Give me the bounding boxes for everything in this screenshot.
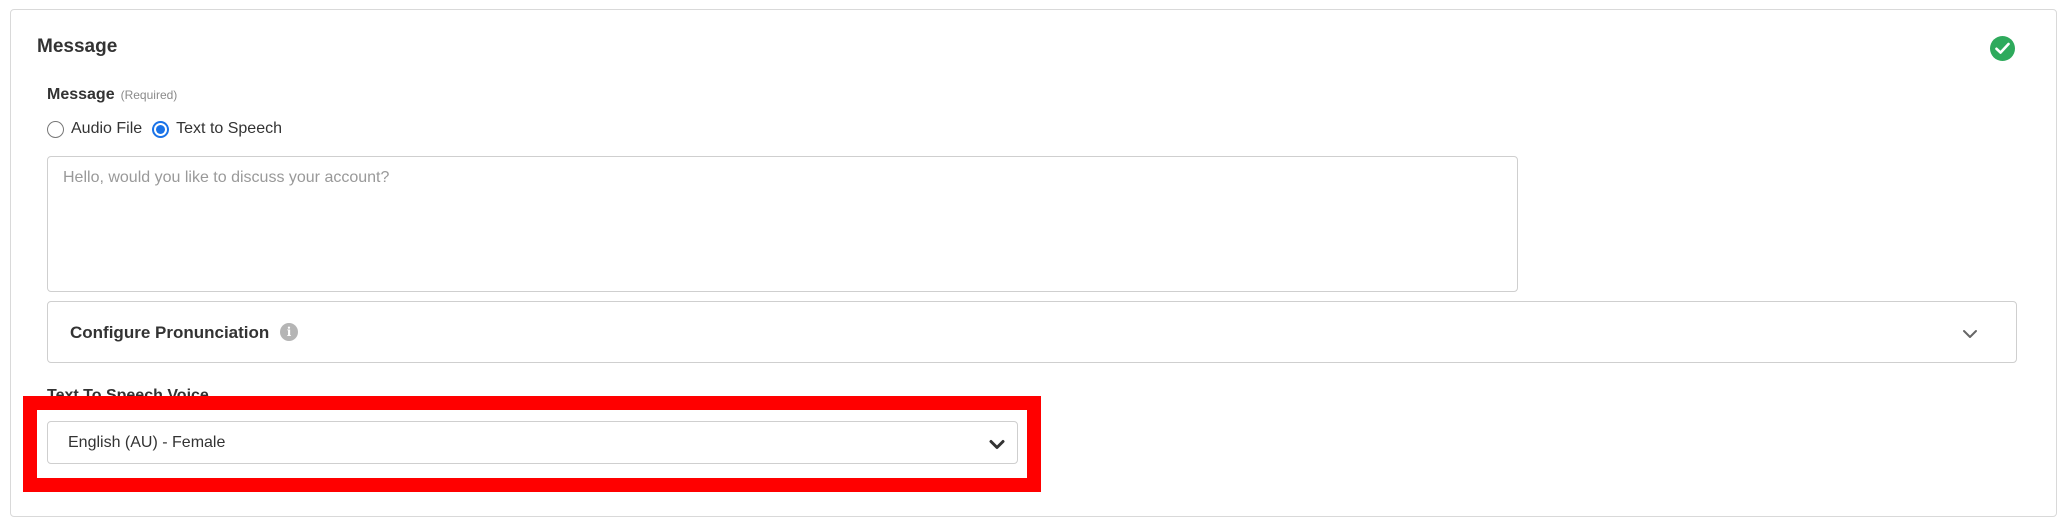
message-text-input[interactable] — [47, 156, 1518, 292]
message-source-radio-group: Audio File Text to Speech — [47, 120, 282, 138]
message-field-label: Message (Required) — [47, 86, 177, 104]
message-label-text: Message — [47, 86, 115, 103]
text-to-speech-option[interactable]: Text to Speech — [152, 120, 282, 138]
text-to-speech-radio[interactable] — [152, 120, 170, 138]
tts-voice-selected-value: English (AU) - Female — [68, 434, 226, 451]
tts-voice-select[interactable]: English (AU) - Female — [47, 421, 1018, 464]
audio-file-label[interactable]: Audio File — [71, 120, 142, 138]
info-icon[interactable]: i — [280, 323, 298, 341]
configure-pronunciation-panel[interactable]: Configure Pronunciation i — [47, 301, 2017, 363]
chevron-down-icon[interactable] — [1962, 326, 1978, 344]
check-circle-icon — [1990, 36, 2015, 61]
audio-file-radio[interactable] — [47, 120, 64, 138]
required-hint: (Required) — [120, 88, 178, 102]
chevron-down-icon[interactable] — [989, 437, 1005, 455]
text-to-speech-label[interactable]: Text to Speech — [176, 120, 282, 138]
configure-pronunciation-label: Configure Pronunciation — [70, 323, 270, 342]
audio-file-option[interactable]: Audio File — [47, 120, 142, 138]
section-title: Message — [37, 36, 118, 57]
